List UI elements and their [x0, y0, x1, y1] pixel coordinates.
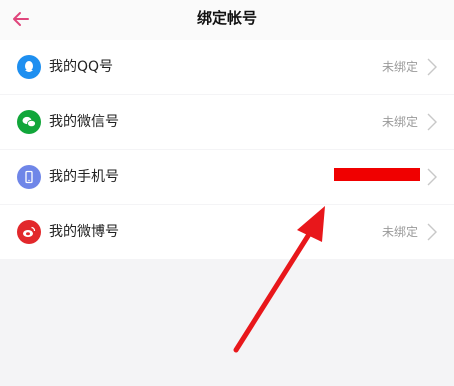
binding-status: 未绑定	[381, 115, 418, 129]
account-label: 我的微博号	[49, 224, 119, 240]
account-list: 我的QQ号 未绑定 我的微信号 未绑定 我的手机号 我的微博号 未绑定	[0, 40, 454, 260]
account-row-qq[interactable]: 我的QQ号 未绑定	[0, 40, 454, 94]
chevron-right-icon	[427, 58, 437, 76]
weibo-icon	[17, 220, 41, 244]
chevron-right-icon	[427, 113, 437, 131]
phone-icon	[17, 165, 41, 189]
wechat-icon	[17, 110, 41, 134]
account-label: 我的QQ号	[49, 59, 114, 75]
account-label: 我的微信号	[49, 114, 119, 130]
chevron-right-icon	[427, 168, 437, 186]
qq-icon	[17, 55, 41, 79]
page-title: 绑定帐号	[196, 9, 257, 27]
account-row-weibo[interactable]: 我的微博号 未绑定	[0, 205, 454, 259]
account-row-wechat[interactable]: 我的微信号 未绑定	[0, 95, 454, 149]
top-bar: 绑定帐号	[0, 0, 454, 41]
chevron-right-icon	[427, 223, 437, 241]
binding-status: 未绑定	[381, 225, 418, 239]
redaction-bar	[334, 168, 420, 181]
binding-status: 未绑定	[381, 60, 418, 74]
account-label: 我的手机号	[49, 169, 119, 185]
